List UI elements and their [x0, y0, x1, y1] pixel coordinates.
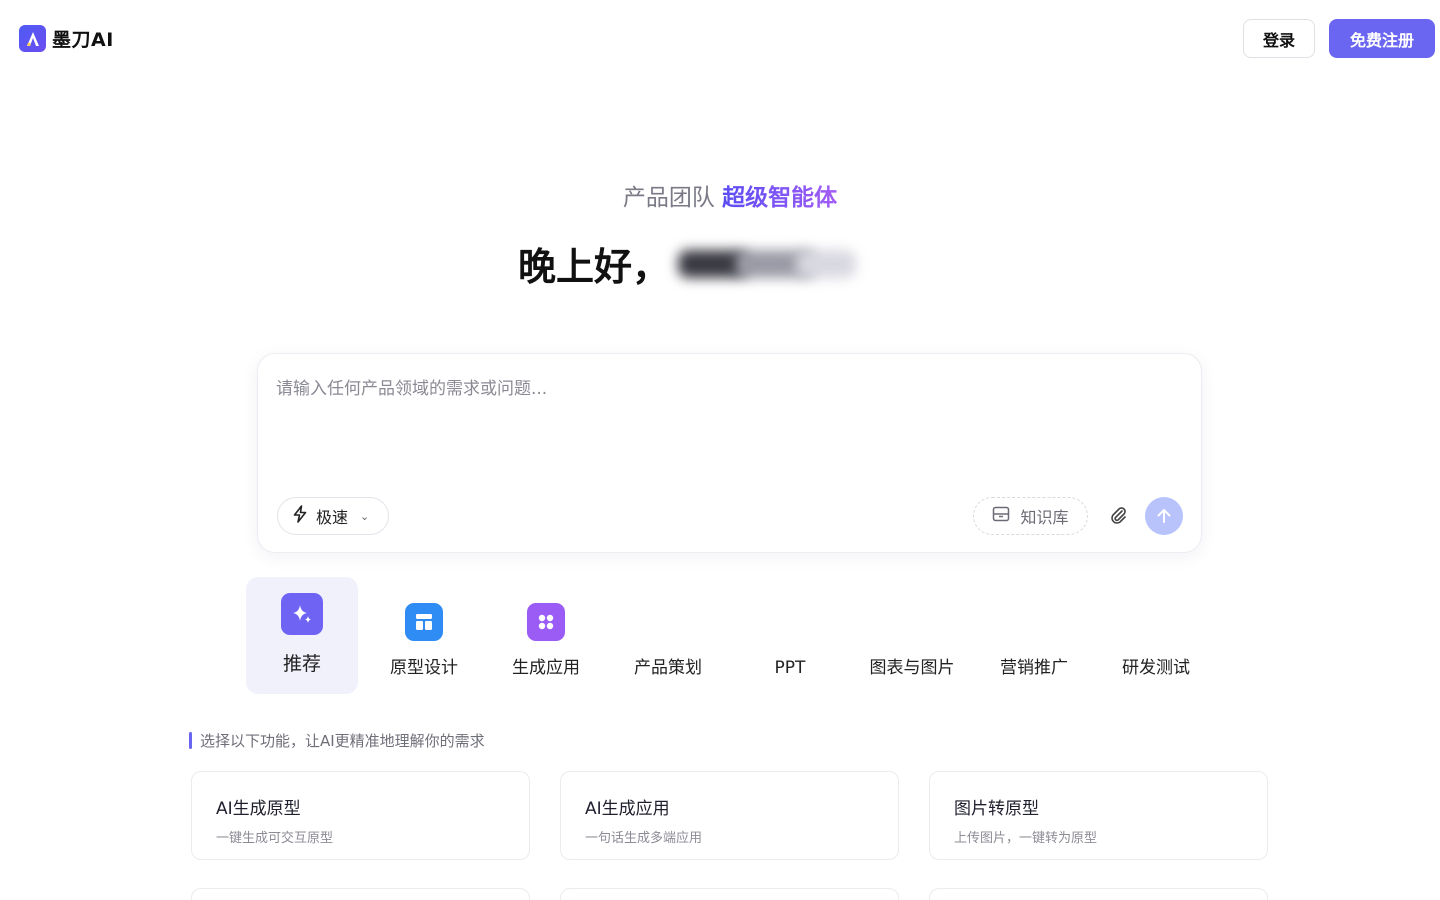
card-title: AI生成原型 — [216, 799, 301, 819]
knowledge-base-icon — [992, 506, 1010, 526]
tab-marketing[interactable]: 营销推广 — [978, 577, 1090, 694]
greeting: 晚上好， — [518, 236, 857, 291]
login-button[interactable]: 登录 — [1243, 19, 1315, 58]
prompt-input[interactable] — [276, 374, 1176, 454]
tab-charts-images[interactable]: 图表与图片 — [856, 577, 968, 694]
tab-ppt[interactable]: PPT — [734, 577, 846, 694]
register-button[interactable]: 免费注册 — [1329, 19, 1435, 58]
section-hint: 选择以下功能，让AI更精准地理解你的需求 — [189, 730, 485, 750]
tab-label: PPT — [774, 658, 806, 678]
prompt-composer: 极速 ⌄ 知识库 — [257, 353, 1202, 553]
feature-card-ai-prototype[interactable]: AI生成原型 一键生成可交互原型 — [191, 771, 530, 860]
greeting-text: 晚上好， — [518, 245, 671, 289]
tab-label: 研发测试 — [1122, 658, 1190, 678]
tab-label: 原型设计 — [390, 658, 458, 678]
feature-card-partial[interactable] — [560, 888, 899, 900]
card-description: 一键生成可交互原型 — [216, 831, 334, 846]
lightning-icon — [292, 505, 308, 527]
section-hint-text: 选择以下功能，让AI更精准地理解你的需求 — [200, 731, 485, 750]
chevron-down-icon: ⌄ — [360, 509, 370, 523]
brand-logo[interactable]: 墨刀AI — [19, 25, 114, 52]
knowledge-base-label: 知识库 — [1020, 508, 1069, 527]
tagline-prefix: 产品团队 — [622, 185, 715, 211]
tab-label: 产品策划 — [634, 658, 702, 678]
feature-card-ai-app[interactable]: AI生成应用 一句话生成多端应用 — [560, 771, 899, 860]
speed-mode-label: 极速 — [316, 508, 349, 527]
feature-card-partial[interactable] — [191, 888, 530, 900]
tab-product-planning[interactable]: 产品策划 — [612, 577, 724, 694]
tagline: 产品团队 超级智能体 — [0, 178, 1440, 212]
card-description: 一句话生成多端应用 — [585, 831, 703, 846]
tab-dev-testing[interactable]: 研发测试 — [1100, 577, 1212, 694]
username-blurred — [676, 244, 857, 284]
send-button[interactable] — [1145, 497, 1183, 535]
tab-label: 生成应用 — [512, 658, 580, 678]
speed-mode-dropdown[interactable]: 极速 ⌄ — [277, 497, 389, 535]
card-title: AI生成应用 — [585, 799, 670, 819]
tab-prototype-design[interactable]: 原型设计 — [368, 577, 480, 694]
tab-recommended[interactable]: 推荐 — [246, 577, 358, 694]
knowledge-base-button[interactable]: 知识库 — [973, 497, 1088, 535]
arrow-up-icon — [1157, 509, 1171, 523]
tab-generate-app[interactable]: 生成应用 — [490, 577, 602, 694]
tagline-highlight: 超级智能体 — [722, 185, 838, 211]
tab-label: 图表与图片 — [869, 658, 955, 678]
logo-text: 墨刀AI — [52, 29, 114, 51]
apps-icon — [527, 603, 565, 641]
card-description: 上传图片，一键转为原型 — [954, 831, 1098, 846]
layout-icon — [405, 603, 443, 641]
card-title: 图片转原型 — [954, 799, 1039, 819]
sparkle-icon — [281, 593, 323, 635]
tab-label: 推荐 — [282, 653, 321, 675]
tab-label: 营销推广 — [1000, 658, 1068, 678]
hint-accent-bar — [189, 731, 192, 749]
feature-card-image-to-prototype[interactable]: 图片转原型 上传图片，一键转为原型 — [929, 771, 1268, 860]
logo-icon — [19, 25, 46, 52]
attachment-icon[interactable] — [1105, 502, 1131, 528]
feature-card-partial[interactable] — [929, 888, 1268, 900]
